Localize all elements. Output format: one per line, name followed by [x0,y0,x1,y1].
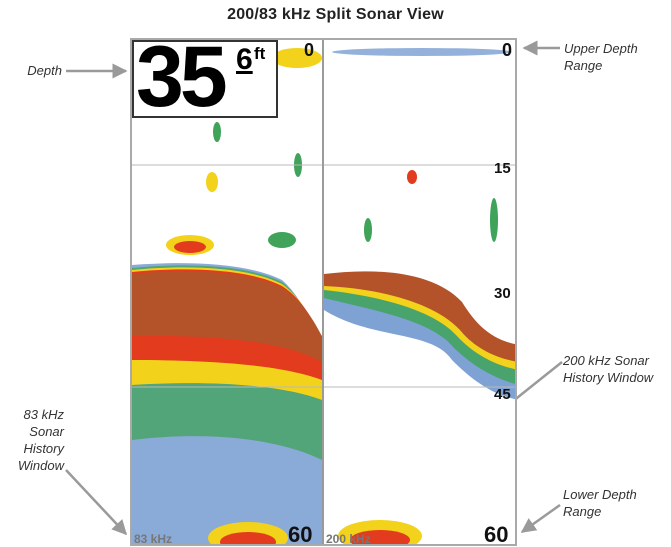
right-surface-clutter [332,48,512,56]
depth-whole: 35 [136,38,228,125]
left-fish-2 [213,122,221,142]
digital-depth-readout: 35 6 ft [132,40,278,122]
depth-unit: ft [254,44,266,63]
left-frequency-label: 83 kHz [134,532,173,546]
left-fish-3 [206,172,218,192]
left-surface-clutter [272,48,322,68]
right-fish-2 [490,198,498,242]
right-fish-3 [364,218,372,242]
lower-depth-range-arrow [520,503,561,534]
left-fish-1b [174,241,206,253]
left-lower-depth-range: 60 [288,522,313,546]
right-fish-1 [407,170,417,184]
left-fish-5 [268,232,296,248]
right-frequency-label: 200 kHz [326,532,371,546]
right-scale-30: 30 [494,285,511,302]
right-lower-depth-range: 60 [484,522,509,546]
left-upper-depth-range: 0 [304,40,315,60]
sonar-screen: 35 6 ft 0 60 83 kHz 0 15 30 45 60 200 kH… [130,38,517,546]
panel-divider [322,40,324,544]
right-upper-depth-range: 0 [502,40,513,60]
sonar-83-arrow [65,469,128,536]
depth-decimal: 6 [236,43,253,76]
right-scale-15: 15 [494,160,511,177]
right-scale-45: 45 [494,386,511,403]
